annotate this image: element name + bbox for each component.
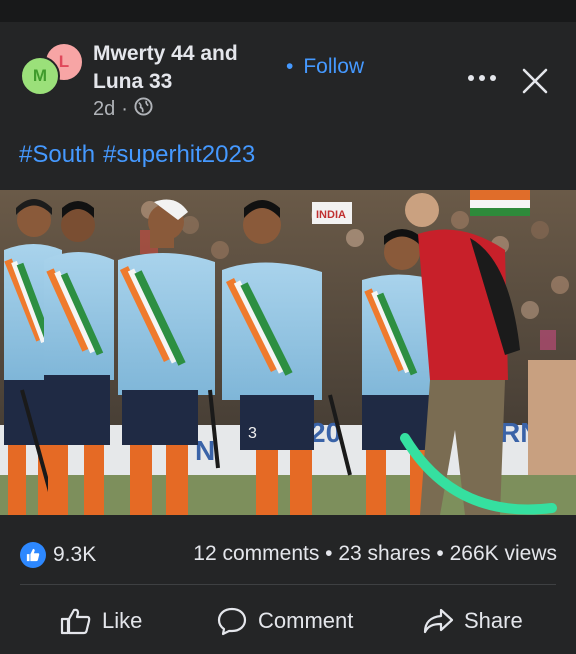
- reaction-count-text: 9.3K: [53, 543, 97, 566]
- globe-icon: [134, 97, 153, 122]
- avatar-group[interactable]: L M: [20, 40, 84, 96]
- close-icon[interactable]: [521, 67, 549, 95]
- follow-dot: •: [286, 55, 294, 78]
- share-button[interactable]: Share: [422, 596, 523, 646]
- engagement-summary[interactable]: 12 comments • 23 shares • 266K views: [193, 542, 557, 566]
- action-bar: Like Comment Share: [0, 596, 576, 646]
- post-meta: 2d ·: [93, 97, 153, 122]
- comment-button[interactable]: Comment: [216, 596, 353, 646]
- crowd-sign-text: INDIA: [316, 209, 346, 221]
- follow-label: Follow: [303, 55, 365, 78]
- hashtag-link[interactable]: #South: [19, 141, 95, 168]
- hashtag-link[interactable]: #superhit2023: [103, 141, 255, 168]
- like-reaction-icon: [20, 542, 46, 568]
- post-time[interactable]: 2d: [93, 98, 115, 121]
- jersey-number: 3: [248, 425, 257, 442]
- reaction-count[interactable]: 9.3K: [20, 542, 96, 568]
- comment-label: Comment: [258, 608, 354, 633]
- share-label: Share: [464, 608, 523, 633]
- meta-separator: ·: [121, 98, 128, 120]
- more-options-icon[interactable]: [468, 68, 496, 88]
- like-label: Like: [102, 608, 143, 633]
- post-photo[interactable]: INDIA N 20 RN 3: [0, 190, 576, 515]
- comment-icon: [217, 607, 247, 636]
- avatar-primary[interactable]: M: [20, 56, 60, 96]
- share-icon: [423, 608, 454, 634]
- hashtags: #South #superhit2023: [19, 141, 263, 169]
- follow-button[interactable]: • Follow: [286, 55, 364, 79]
- post-stats: 9.3K 12 comments • 23 shares • 266K view…: [0, 535, 576, 575]
- author-line-2[interactable]: Luna 33: [93, 68, 273, 96]
- divider: [20, 584, 556, 585]
- author-line-1[interactable]: Mwerty 44 and: [93, 40, 273, 68]
- author-names[interactable]: Mwerty 44 and Luna 33: [93, 40, 273, 96]
- thumbs-up-icon: [60, 608, 91, 635]
- top-strip: [0, 0, 576, 22]
- like-button[interactable]: Like: [60, 596, 142, 646]
- banner-text-left: N: [195, 435, 215, 466]
